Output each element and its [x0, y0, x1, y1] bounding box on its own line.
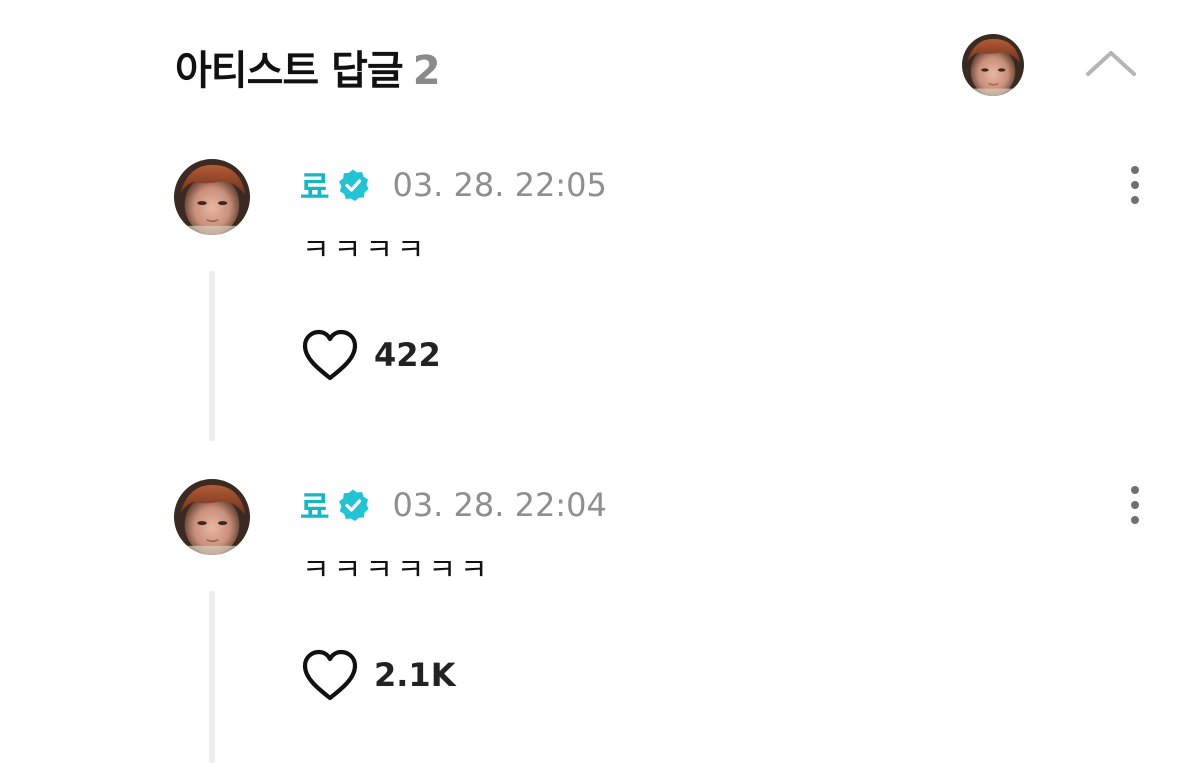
like-count: 2.1K	[374, 656, 456, 694]
section-title: 아티스트 답글 2	[175, 38, 441, 96]
reply-count: 2	[412, 48, 441, 94]
artist-replies-header: 아티스트 답글 2	[0, 0, 1200, 130]
heart-outline-icon	[302, 329, 358, 381]
section-title-label: 아티스트 답글	[175, 48, 404, 94]
thread-line	[209, 591, 215, 763]
verified-badge-icon	[339, 489, 369, 521]
more-options-button[interactable]	[1120, 163, 1150, 207]
collapse-button[interactable]	[1082, 44, 1140, 84]
reply-text: ㅋㅋㅋㅋ	[302, 233, 429, 268]
thread-line	[209, 271, 215, 441]
like-count: 422	[374, 336, 441, 374]
reply-meta: 료 03. 28. 22:05	[300, 163, 607, 207]
reply-timestamp: 03. 28. 22:04	[392, 486, 607, 524]
reply-item: 료 03. 28. 22:05 ㅋㅋㅋㅋ 422	[0, 159, 1200, 459]
reply-item: 료 03. 28. 22:04 ㅋㅋㅋㅋㅋㅋ 2.1K	[0, 479, 1200, 771]
reply-meta: 료 03. 28. 22:04	[300, 483, 607, 527]
more-vertical-icon	[1131, 486, 1139, 524]
more-options-button[interactable]	[1120, 483, 1150, 527]
reply-author-avatar[interactable]	[174, 479, 250, 555]
reply-author-name[interactable]: 료	[300, 162, 329, 208]
reply-author-name[interactable]: 료	[300, 482, 329, 528]
more-vertical-icon	[1131, 166, 1139, 204]
artist-avatar[interactable]	[962, 34, 1024, 96]
like-button[interactable]: 422	[300, 325, 441, 385]
like-button[interactable]: 2.1K	[300, 645, 455, 705]
reply-text: ㅋㅋㅋㅋㅋㅋ	[302, 553, 492, 588]
reply-author-avatar[interactable]	[174, 159, 250, 235]
heart-outline-icon	[302, 649, 358, 701]
reply-timestamp: 03. 28. 22:05	[392, 166, 607, 204]
chevron-up-icon	[1086, 51, 1136, 76]
verified-badge-icon	[339, 169, 369, 201]
